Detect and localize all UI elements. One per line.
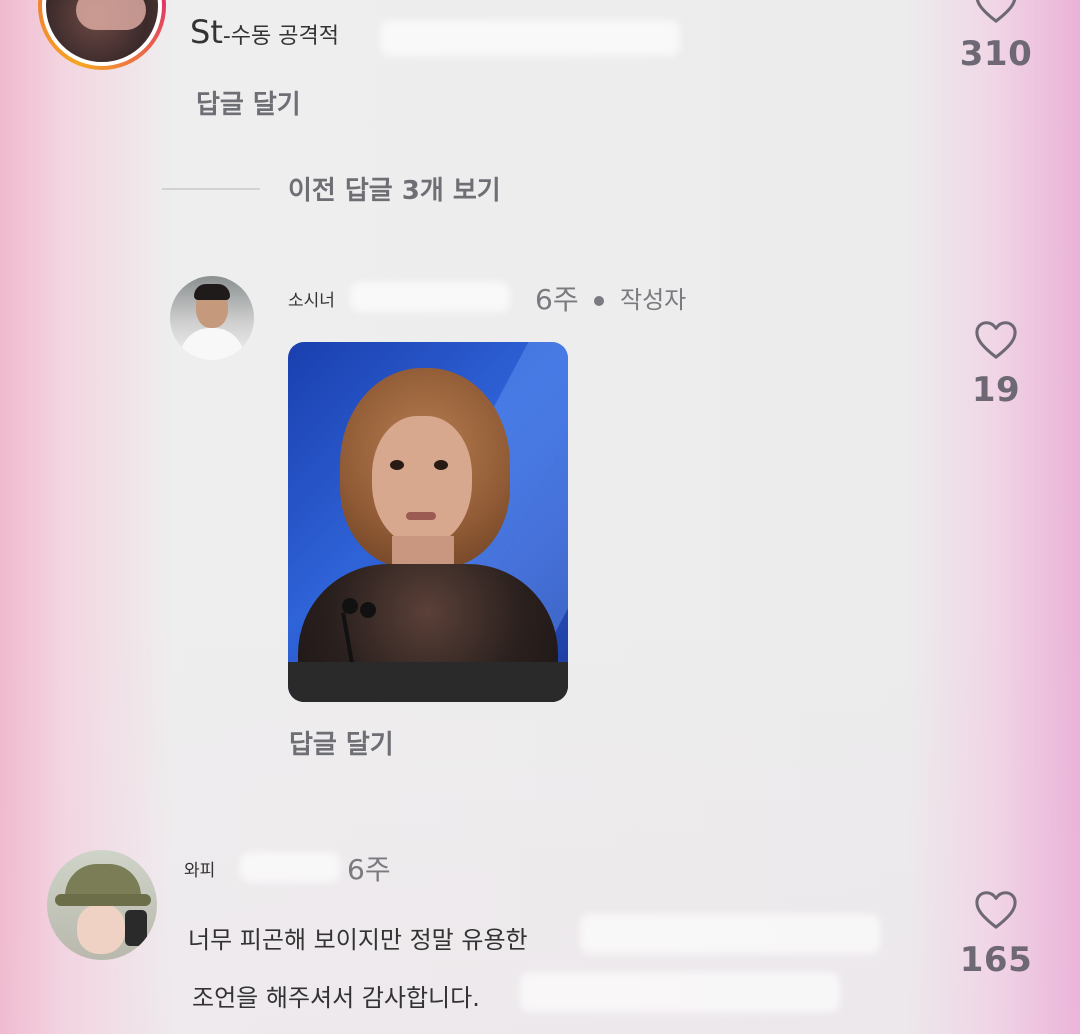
like-group-comment-2: 165 [956, 888, 1036, 980]
gif-eye [390, 460, 404, 470]
comment-2-text-line-2: 조언을 해주셔서 감사합니다. [192, 984, 480, 1012]
heart-icon[interactable] [973, 318, 1019, 360]
username-text: St [190, 13, 223, 51]
like-count: 310 [959, 34, 1033, 74]
gif-face [372, 416, 472, 546]
blurred-text [580, 914, 880, 954]
like-group-reply: 19 [956, 318, 1036, 410]
blurred-text [350, 282, 510, 312]
divider-line [162, 187, 260, 190]
comment-2-time: 6주 [347, 853, 391, 886]
avatar-hair [194, 284, 230, 300]
reply-author-username[interactable]: 소시너 [288, 286, 335, 311]
like-count: 19 [971, 370, 1021, 410]
avatar-hat-brim [55, 894, 151, 906]
avatar-hand-shape [76, 0, 146, 30]
reply-gif-image[interactable] [288, 342, 568, 702]
gif-mouth [406, 512, 436, 520]
reply-button-author[interactable]: 답글 달기 [289, 724, 394, 761]
comment-1-username[interactable]: St-수동 공격적 [190, 12, 339, 57]
heart-icon[interactable] [973, 888, 1019, 930]
blurred-text [520, 972, 840, 1012]
reply-button-comment-1[interactable]: 답글 달기 [196, 84, 301, 121]
avatar-face [77, 904, 125, 954]
gif-eye [434, 460, 448, 470]
author-badge: 작성자 [620, 286, 687, 314]
separator-dot [594, 296, 604, 306]
avatar-reply-author[interactable] [170, 276, 254, 360]
comment-2-text-line-1: 너무 피곤해 보이지만 정말 유용한 [188, 926, 528, 954]
username-suffix: -수동 공격적 [222, 24, 339, 49]
heart-icon[interactable] [973, 0, 1019, 24]
avatar-shirt [180, 328, 244, 360]
blurred-text [240, 852, 340, 882]
like-count: 165 [959, 940, 1033, 980]
gif-podium [288, 662, 568, 702]
view-previous-replies-label[interactable]: 이전 답글 3개 보기 [288, 170, 501, 207]
like-group-comment-1: 310 [956, 0, 1036, 74]
avatar-phone [125, 910, 147, 946]
avatar-comment-2[interactable] [47, 850, 157, 960]
avatar-comment-1[interactable] [38, 0, 166, 70]
blurred-text [380, 20, 680, 56]
reply-time: 6주 [535, 283, 579, 316]
avatar-photo [42, 0, 162, 66]
comment-2-username[interactable]: 와피 [184, 856, 215, 881]
view-previous-replies-row[interactable]: 이전 답글 3개 보기 [162, 170, 501, 207]
